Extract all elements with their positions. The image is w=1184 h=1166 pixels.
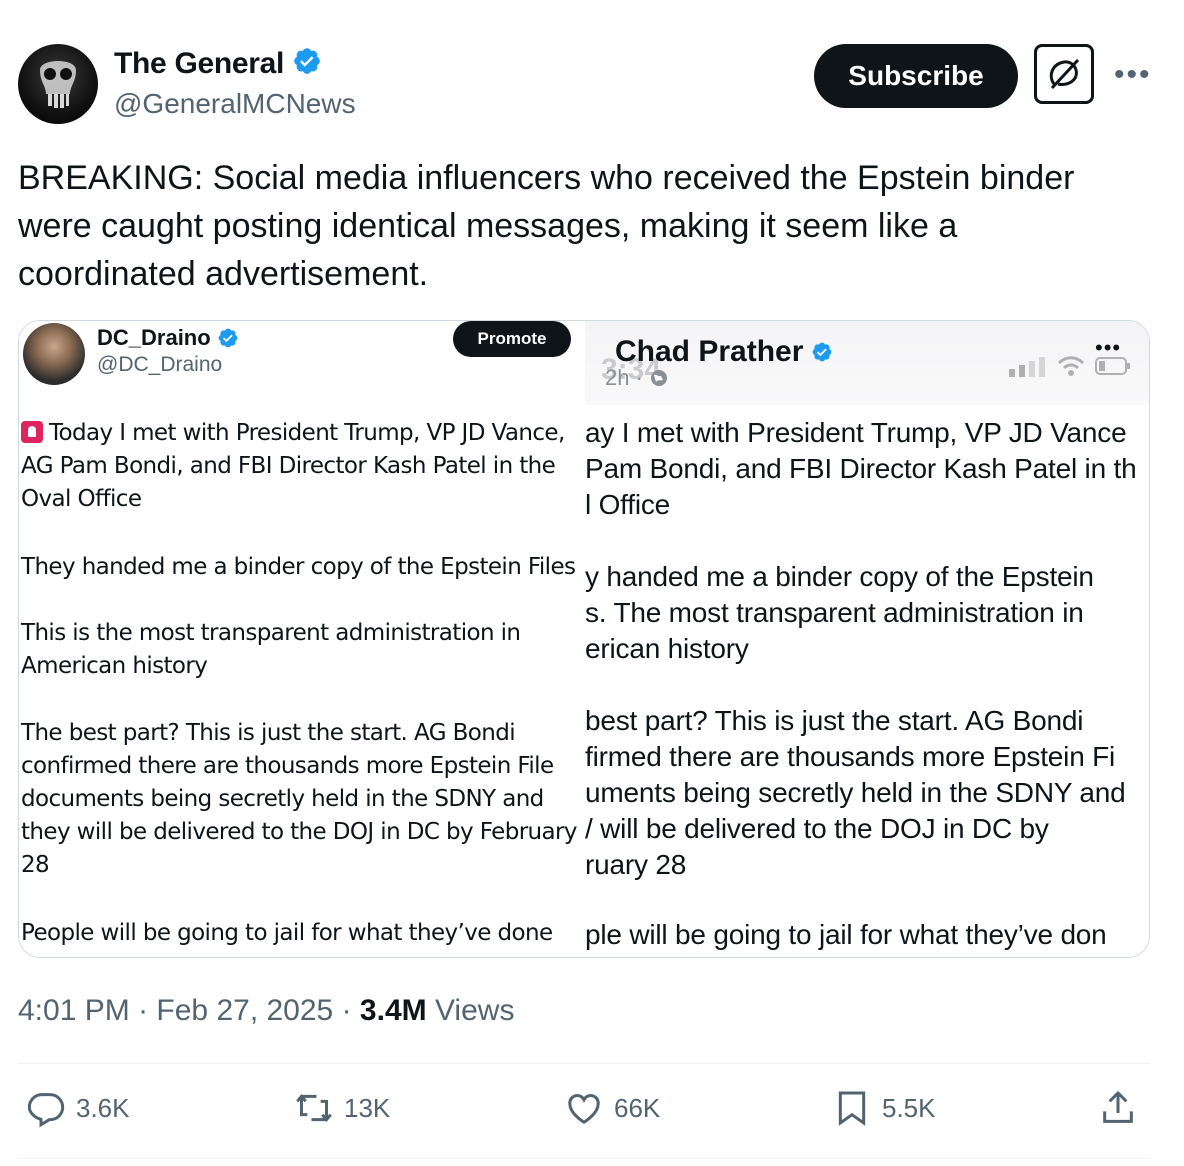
author-handle[interactable]: @GeneralMCNews (114, 88, 356, 120)
right-line: firmed there are thousands more Epstein … (585, 741, 1116, 772)
share-button[interactable] (1098, 1088, 1138, 1128)
heart-icon (568, 1094, 600, 1124)
tweet-text: BREAKING: Social media influencers who r… (18, 159, 1075, 293)
chad-prather-name: Chad Prather (615, 335, 804, 368)
left-paragraph: The best part? This is just the start. A… (21, 720, 577, 878)
dc-draino-avatar (23, 323, 85, 385)
siren-emoji-icon (21, 421, 43, 443)
meta-separator: · (138, 994, 149, 1027)
dc-draino-name: DC_Draino (97, 325, 211, 350)
right-line: l Office (585, 489, 671, 520)
right-line: erican history (585, 633, 749, 664)
author-name[interactable]: The General (114, 47, 284, 81)
divider (18, 1063, 1150, 1064)
grok-icon[interactable] (1034, 44, 1094, 104)
verified-badge-icon (218, 328, 238, 348)
right-screenshot: 3:34 Chad Prather 2h · ••• ay I met with… (585, 321, 1149, 957)
more-icon[interactable]: ••• (1114, 58, 1152, 92)
subscribe-button[interactable]: Subscribe (814, 44, 1018, 108)
divider (18, 1158, 1150, 1159)
right-line: ruary 28 (585, 849, 687, 880)
right-line: ay I met with President Trump, VP JD Van… (585, 417, 1127, 448)
like-button[interactable]: 66K (564, 1088, 660, 1128)
repost-button[interactable]: 13K (294, 1088, 390, 1128)
verified-badge-icon (292, 46, 322, 81)
right-line: ple will be going to jail for what they’… (585, 919, 1107, 950)
tweet-media-image[interactable]: DC_Draino @DC_Draino Promote Today I met… (18, 320, 1150, 958)
right-line: best part? This is just the start. AG Bo… (585, 705, 1084, 736)
wifi-icon (1057, 356, 1085, 376)
signal-icon (1009, 357, 1045, 377)
tweet-time[interactable]: 4:01 PM (18, 994, 130, 1027)
right-line: s. The most transparent administration i… (585, 597, 1084, 628)
promote-button: Promote (453, 321, 571, 357)
left-paragraph: Today I met with President Trump, VP JD … (21, 420, 565, 512)
globe-icon (651, 370, 668, 386)
right-line: y handed me a binder copy of the Epstein (585, 561, 1094, 592)
chad-prather-name-row: Chad Prather (615, 335, 833, 369)
bookmark-icon (838, 1091, 866, 1126)
status-bar-icons (1009, 355, 1131, 377)
dc-draino-name-row: DC_Draino (97, 325, 239, 351)
reply-icon (27, 1093, 65, 1128)
reply-count: 3.6K (76, 1092, 130, 1123)
right-line: Pam Bondi, and FBI Director Kash Patel i… (585, 453, 1137, 484)
left-paragraph: They handed me a binder copy of the Epst… (21, 554, 576, 580)
like-count: 66K (614, 1092, 661, 1123)
dc-draino-handle: @DC_Draino (97, 353, 223, 376)
repost-count: 13K (344, 1092, 391, 1123)
action-bar: 3.6K 13K 66K 5.5K (18, 1088, 1148, 1136)
tweet-meta: 4:01 PM · Feb 27, 2025 · 3.4M Views (18, 994, 514, 1028)
left-paragraph: People will be going to jail for what th… (21, 920, 553, 946)
chad-prather-time: 2h · (605, 365, 669, 391)
repost-icon (296, 1093, 332, 1123)
left-screenshot: DC_Draino @DC_Draino Promote Today I met… (19, 321, 585, 957)
author-name-row[interactable]: The General (114, 46, 322, 81)
share-icon (1103, 1090, 1133, 1123)
views-label: Views (434, 994, 515, 1027)
meta-separator: · (341, 994, 352, 1027)
battery-icon (1095, 357, 1130, 375)
reply-button[interactable]: 3.6K (26, 1088, 130, 1128)
right-line: uments being secretly held in the SDNY a… (585, 777, 1126, 808)
views-count: 3.4M (359, 994, 427, 1027)
bookmark-button[interactable]: 5.5K (832, 1088, 936, 1128)
right-line: / will be delivered to the DOJ in DC by (585, 813, 1049, 844)
left-paragraph: This is the most transparent administrat… (21, 620, 521, 679)
tweet-date[interactable]: Feb 27, 2025 (156, 994, 333, 1027)
verified-badge-icon (812, 342, 832, 362)
bookmark-count: 5.5K (882, 1092, 936, 1123)
author-avatar[interactable] (18, 44, 98, 124)
